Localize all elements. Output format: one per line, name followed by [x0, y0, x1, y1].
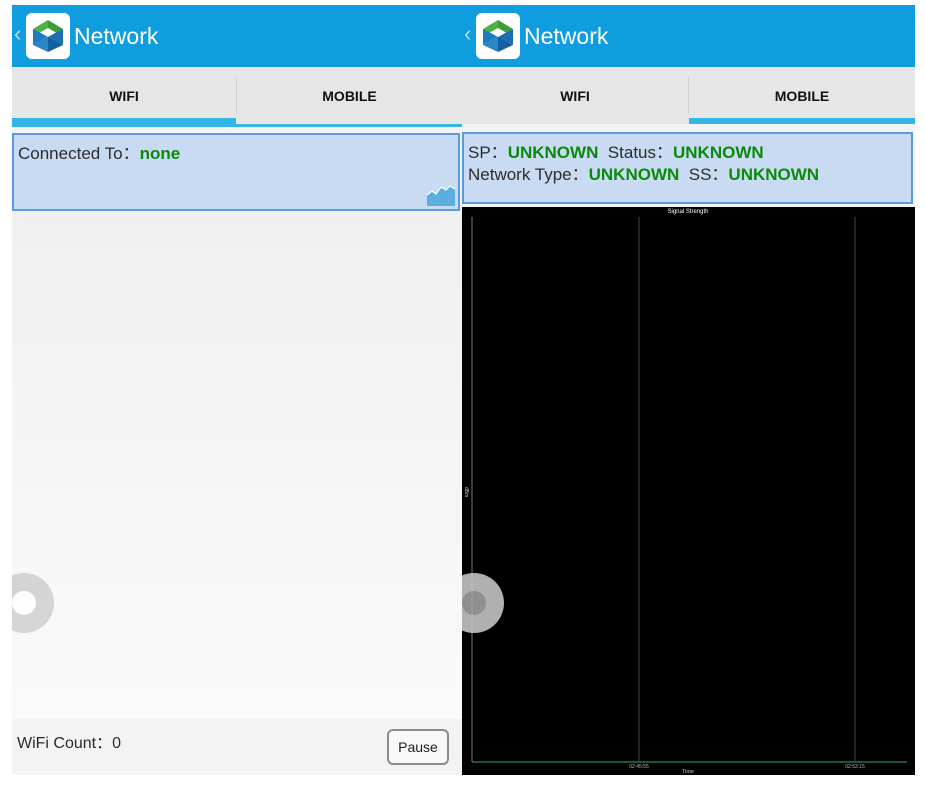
tab-active-indicator	[689, 118, 915, 124]
tab-wifi[interactable]: WIFI	[462, 67, 688, 124]
tab-mobile-label: MOBILE	[322, 87, 377, 104]
app-logo-icon[interactable]	[26, 13, 70, 59]
tab-wifi[interactable]: WIFI	[12, 67, 236, 124]
footer-bar: WiFi Count：0 Pause	[12, 719, 462, 775]
wifi-screen: ‹ Network WIFI MOBILE Connected To：none …	[12, 5, 462, 775]
tab-bar: WIFI MOBILE	[12, 67, 462, 124]
tab-mobile[interactable]: MOBILE	[689, 67, 915, 124]
ss-label: SS：	[688, 165, 729, 184]
chevron-left-icon[interactable]: ‹	[464, 21, 471, 47]
mobile-screen: ‹ Network WIFI MOBILE SP：UNKNOWN Status：…	[462, 5, 915, 775]
chart-title: Signal Strength	[667, 209, 708, 215]
wifi-list[interactable]	[12, 211, 462, 719]
connection-card: Connected To：none	[12, 133, 460, 211]
connected-to-label: Connected To：	[18, 144, 140, 163]
app-title: Network	[524, 23, 609, 49]
y-axis-label: dBm	[463, 487, 469, 497]
chevron-left-icon[interactable]: ‹	[14, 21, 21, 47]
connection-line: Connected To：none	[18, 139, 180, 164]
ss-value: UNKNOWN	[728, 165, 820, 184]
x-tick-label: 02:45:55	[629, 764, 649, 770]
app-logo-icon[interactable]	[476, 13, 520, 59]
wifi-count-value: 0	[112, 735, 122, 752]
chart-svg: Signal Strength Time dBm 02:45:55 02:53:…	[463, 209, 907, 775]
x-axis-label: Time	[682, 769, 694, 775]
connected-to-value: none	[139, 144, 181, 163]
network-type-value: UNKNOWN	[588, 165, 680, 184]
network-type-label: Network Type：	[468, 165, 589, 184]
signal-strength-chart[interactable]: Signal Strength Time dBm 02:45:55 02:53:…	[462, 207, 915, 775]
mobile-info-card: SP：UNKNOWN Status：UNKNOWN Network Type：U…	[462, 132, 913, 204]
tab-mobile[interactable]: MOBILE	[237, 67, 462, 124]
network-ss-line: Network Type：UNKNOWN SS：UNKNOWN	[468, 160, 819, 185]
app-title: Network	[74, 23, 159, 49]
tab-mobile-label: MOBILE	[774, 87, 830, 104]
wifi-count: WiFi Count：0	[17, 729, 121, 753]
action-bar: ‹ Network	[12, 5, 462, 67]
tab-bar: WIFI MOBILE	[462, 67, 915, 124]
area-graph-icon[interactable]	[426, 183, 456, 207]
wifi-count-label: WiFi Count：	[17, 735, 113, 752]
tab-wifi-label: WIFI	[109, 87, 139, 104]
x-tick-label: 02:53:15	[845, 764, 865, 770]
tab-underline	[12, 124, 462, 127]
tab-wifi-label: WIFI	[560, 87, 590, 104]
pause-button[interactable]: Pause	[387, 729, 449, 765]
action-bar: ‹ Network	[462, 5, 915, 67]
